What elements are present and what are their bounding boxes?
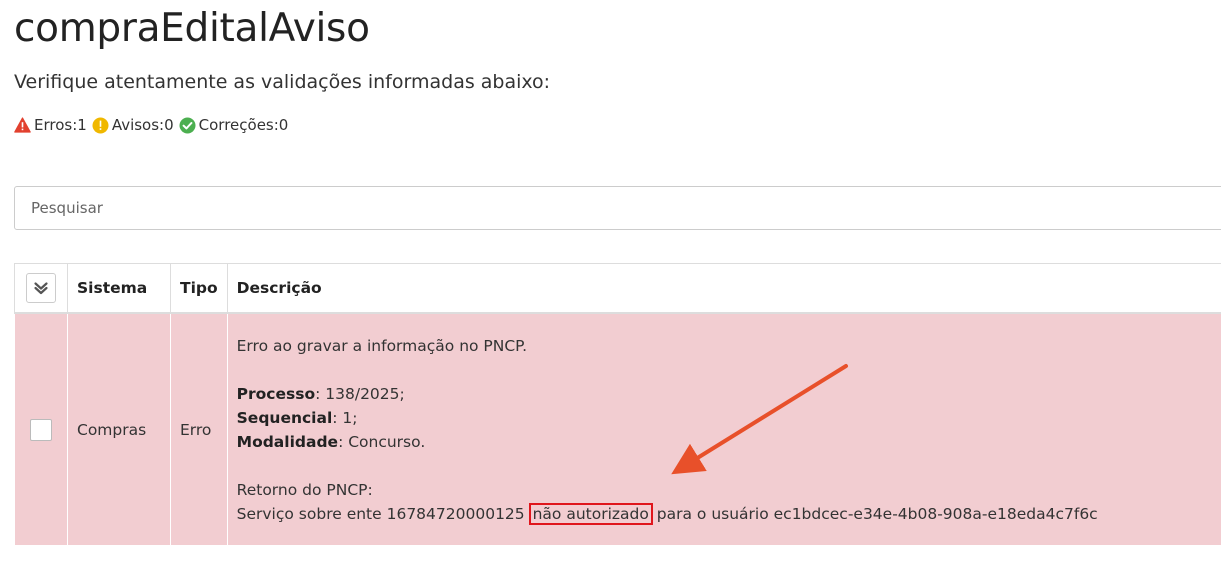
page-subtitle: Verifique atentamente as validações info… [14, 71, 551, 93]
errors-count: Erros:1 [34, 116, 87, 134]
warnings-counter: Avisos:0 [92, 114, 174, 136]
row-checkbox[interactable] [29, 418, 52, 441]
pncp-return-title: Retorno do PNCP: [236, 480, 373, 499]
validation-table: Sistema Tipo Descrição Compras Erro Erro… [14, 263, 1221, 545]
errors-counter: Erros:1 [14, 114, 87, 136]
table-row: Compras Erro Erro ao gravar a informação… [14, 313, 1221, 545]
column-header-descricao[interactable]: Descrição [226, 263, 1221, 314]
error-message: Erro ao gravar a informação no PNCP. [236, 336, 528, 355]
search-box [14, 186, 1221, 230]
row-select-cell [14, 313, 68, 545]
search-input[interactable] [15, 187, 1221, 229]
warnings-count: Avisos:0 [111, 116, 174, 134]
return-suffix: para o usuário ec1bdcec-e34e-4b08-908a-e… [656, 504, 1098, 523]
cell-sistema: Compras [67, 313, 171, 545]
field-label: Modalidade [236, 432, 339, 451]
cell-descricao: Erro ao gravar a informação no PNCP. Pro… [226, 313, 1221, 545]
column-header-tipo[interactable]: Tipo [170, 263, 228, 314]
check-circle-icon [179, 117, 196, 133]
cell-tipo: Erro [170, 313, 228, 545]
field-value: : 138/2025; [315, 384, 405, 403]
page-title: compraEditalAviso [14, 6, 370, 51]
field-sequencial: Sequencial: 1; [237, 406, 1221, 430]
corrections-count: Correções:0 [198, 116, 289, 134]
return-prefix: Serviço sobre ente 16784720000125 [236, 504, 525, 523]
field-modalidade: Modalidade: Concurso. [237, 430, 1221, 454]
select-all-header [14, 263, 68, 314]
field-label: Sequencial [236, 408, 333, 427]
field-processo: Processo: 138/2025; [237, 382, 1221, 406]
warning-triangle-icon [14, 117, 31, 133]
double-check-icon [34, 282, 48, 295]
field-value: : Concurso. [338, 432, 426, 451]
column-header-sistema[interactable]: Sistema [67, 263, 171, 314]
field-label: Processo [236, 384, 316, 403]
select-all-button[interactable] [26, 273, 56, 303]
validation-counters: Erros:1 Avisos:0 Correções:0 [14, 114, 293, 136]
corrections-counter: Correções:0 [179, 114, 289, 136]
highlighted-text: não autorizado [528, 502, 653, 525]
field-value: : 1; [332, 408, 358, 427]
pncp-return-message: Serviço sobre ente 16784720000125 não au… [237, 502, 1221, 526]
exclamation-circle-icon [92, 117, 109, 133]
table-header-row: Sistema Tipo Descrição [14, 263, 1221, 314]
